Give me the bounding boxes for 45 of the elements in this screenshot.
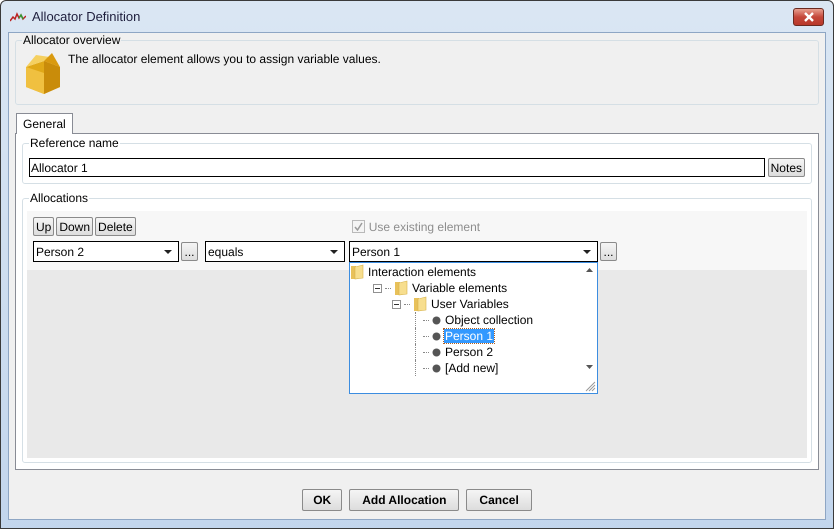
folder-icon (350, 264, 364, 280)
notes-button[interactable]: Notes (768, 158, 805, 177)
folder-icon (413, 296, 427, 312)
operator-dropdown[interactable]: equals (205, 241, 345, 262)
tree-item[interactable]: Object collection (444, 313, 534, 327)
caret-icon (164, 250, 172, 254)
dialog-button[interactable]: OK (302, 489, 342, 511)
tab[interactable]: General (16, 113, 73, 134)
group-legend: Allocator overview (22, 33, 122, 47)
value-dropdown[interactable]: Person 1 (349, 241, 598, 262)
check-icon (354, 222, 363, 231)
checkbox-label: Use existing element (368, 220, 480, 234)
scroll-down-icon[interactable] (586, 365, 593, 369)
dot-icon (432, 364, 441, 372)
tree-item[interactable]: Person 2 (444, 345, 494, 359)
scroll-up-icon[interactable] (586, 268, 593, 272)
dot-icon (432, 332, 441, 340)
tree-item[interactable]: Variable elements (411, 281, 508, 295)
tree-item[interactable]: [Add new] (444, 361, 500, 375)
tree-item[interactable]: Interaction elements (367, 265, 478, 279)
browse-button[interactable]: ... (181, 242, 198, 261)
collapse-icon[interactable] (373, 284, 382, 292)
group-legend: Reference name (29, 136, 120, 150)
caret-icon (583, 250, 591, 254)
description-text: The allocator element allows you to assign variable values. (68, 52, 381, 66)
app-logo-icon (10, 12, 26, 22)
row-button[interactable]: Up (33, 217, 54, 236)
caret-icon (330, 250, 338, 254)
dot-icon (432, 348, 441, 356)
folder-icon (394, 280, 408, 296)
name-field[interactable]: Allocator 1 (29, 158, 765, 177)
dialog-button[interactable]: Cancel (466, 489, 532, 511)
tree-item[interactable]: User Variables (430, 297, 510, 311)
row-button[interactable]: Down (56, 217, 94, 236)
browse-button[interactable]: ... (600, 242, 617, 261)
close-icon (802, 12, 814, 22)
row-button[interactable]: Delete (95, 217, 136, 236)
group-legend: Allocations (29, 191, 90, 205)
dialog-button[interactable]: Add Allocation (349, 489, 460, 511)
resize-grip-icon[interactable] (584, 380, 596, 392)
close-button[interactable] (793, 8, 824, 26)
window-title: Allocator Definition (32, 9, 140, 24)
dot-icon (432, 316, 441, 324)
collapse-icon[interactable] (392, 300, 401, 308)
variable-dropdown[interactable]: Person 2 (33, 241, 179, 262)
